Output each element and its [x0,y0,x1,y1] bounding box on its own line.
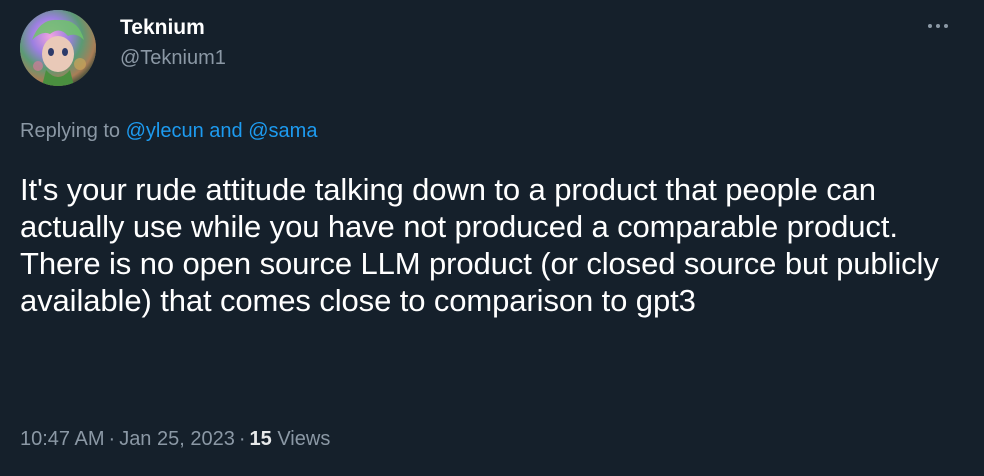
more-options-button[interactable] [920,14,956,38]
more-horizontal-icon [944,24,948,28]
more-horizontal-icon [928,24,932,28]
views-count[interactable]: 15 [250,428,272,450]
avatar-image [20,10,96,86]
meta-separator: · [108,428,116,450]
reply-context-prefix: Replying to [20,120,126,142]
reply-context-conjunction[interactable]: and [204,120,248,142]
author-handle[interactable]: @Teknium1 [120,45,226,71]
avatar[interactable] [20,10,96,86]
tweet-text: It's your rude attitude talking down to … [20,172,939,318]
tweet: Teknium @Teknium1 Replying to @ylecun an… [0,0,984,476]
reply-context: Replying to @ylecun and @sama [20,118,317,144]
tweet-time[interactable]: 10:47 AM [20,428,105,450]
tweet-date[interactable]: Jan 25, 2023 [119,428,235,450]
author-display-name[interactable]: Teknium [120,14,226,42]
more-horizontal-icon [936,24,940,28]
tweet-meta: 10:47 AM · Jan 25, 2023 · 15 Views [20,426,330,452]
mention-link-sama[interactable]: @sama [248,120,317,142]
meta-separator: · [238,428,246,450]
author-info: Teknium @Teknium1 [120,14,226,71]
views-label[interactable]: Views [277,428,330,450]
mention-link-ylecun[interactable]: @ylecun [126,120,204,142]
